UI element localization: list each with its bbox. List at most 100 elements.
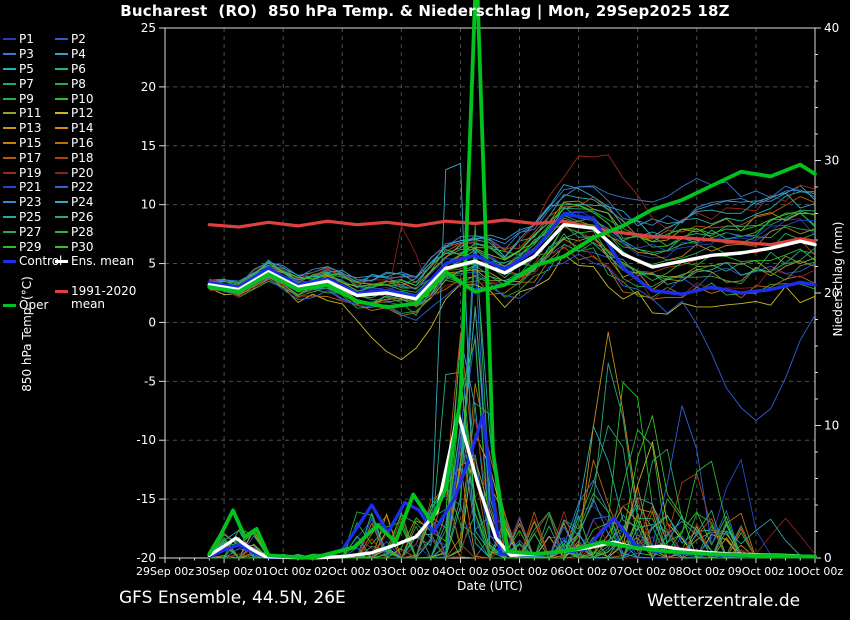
- legend-swatch: [55, 38, 68, 40]
- left-axis-tick-label: 5: [148, 257, 156, 271]
- x-axis-tick-label: 02Oct 00z: [314, 565, 371, 578]
- legend-swatch: [55, 112, 68, 114]
- legend-item-p22: P22: [55, 180, 94, 195]
- screenshot-root: -20-15-10-5051015202501020304029Sep 00z3…: [0, 0, 850, 620]
- right-axis-tick-label: 40: [824, 21, 839, 35]
- legend-swatch: [3, 186, 16, 188]
- legend-swatch: [3, 246, 16, 248]
- x-axis-tick-label: 06Oct 00z: [550, 565, 607, 578]
- model-info-text: GFS Ensemble, 44.5N, 26E: [119, 588, 346, 608]
- legend-label: P9: [19, 92, 34, 106]
- legend-label: P15: [19, 136, 42, 150]
- legend-swatch: [3, 157, 16, 159]
- legend-label: Ens. mean: [71, 254, 134, 268]
- legend-label: P26: [71, 210, 94, 224]
- legend-item-p5: P5: [3, 62, 34, 77]
- x-axis-label: Date (UTC): [390, 579, 590, 593]
- y-axis-label-precip: Niederschlag (mm): [831, 214, 845, 344]
- legend-label: P7: [19, 77, 34, 91]
- member-p3-precip-line: [209, 480, 815, 558]
- legend-label: P13: [19, 121, 42, 135]
- member-p30-precip-line: [209, 378, 815, 558]
- legend-swatch: [3, 142, 16, 144]
- legend-swatch: [55, 201, 68, 203]
- left-axis-tick-label: 20: [141, 80, 156, 94]
- legend-item-p10: P10: [55, 91, 94, 106]
- legend-label: 1991-2020mean: [71, 285, 136, 311]
- legend-label: P28: [71, 225, 94, 239]
- legend-item-p6: P6: [55, 62, 86, 77]
- left-axis-tick-label: -10: [136, 433, 156, 447]
- left-axis-tick-label: -5: [144, 374, 156, 388]
- legend-item-p20: P20: [55, 165, 94, 180]
- legend-swatch: [55, 53, 68, 55]
- x-axis-tick-label: 03Oct 00z: [373, 565, 430, 578]
- legend-item-p8: P8: [55, 76, 86, 91]
- legend-swatch: [3, 201, 16, 203]
- legend-label: P23: [19, 195, 42, 209]
- x-axis-tick-label: 07Oct 00z: [610, 565, 667, 578]
- legend-item-control: Control: [3, 254, 62, 269]
- legend-item-p15: P15: [3, 136, 42, 151]
- legend-swatch: [55, 68, 68, 70]
- legend-swatch: [3, 53, 16, 55]
- left-axis-tick-label: 15: [141, 139, 156, 153]
- x-axis-tick-label: 05Oct 00z: [491, 565, 548, 578]
- legend-label: P27: [19, 225, 42, 239]
- legend-item-ens-mean: Ens. mean: [55, 254, 134, 269]
- x-axis-tick-label: 04Oct 00z: [432, 565, 489, 578]
- legend-swatch: [3, 38, 16, 40]
- y-axis-label-temp: 850 hPa Temp. (°C): [20, 269, 34, 399]
- legend-item-p14: P14: [55, 121, 94, 136]
- legend-item-p17: P17: [3, 150, 42, 165]
- legend-item-p7: P7: [3, 76, 34, 91]
- legend-label: P3: [19, 47, 34, 61]
- legend-item-p29: P29: [3, 239, 42, 254]
- legend-label: P29: [19, 240, 42, 254]
- legend-item-p13: P13: [3, 121, 42, 136]
- left-axis-tick-label: 10: [141, 198, 156, 212]
- legend-item-p3: P3: [3, 47, 34, 62]
- legend-label: P8: [71, 77, 86, 91]
- left-axis-tick-label: 25: [141, 21, 156, 35]
- legend-item-p16: P16: [55, 136, 94, 151]
- legend-item-p26: P26: [55, 210, 94, 225]
- legend-label: P20: [71, 166, 94, 180]
- right-axis-tick-label: 10: [824, 419, 839, 433]
- legend-label: P30: [71, 240, 94, 254]
- legend-swatch: [55, 290, 68, 293]
- legend-swatch: [55, 83, 68, 85]
- legend-item-p11: P11: [3, 106, 42, 121]
- x-axis-tick-label: 09Oct 00z: [728, 565, 785, 578]
- legend-label: P12: [71, 106, 94, 120]
- legend-swatch: [55, 142, 68, 144]
- legend-swatch: [55, 231, 68, 233]
- left-axis-tick-label: -15: [136, 492, 156, 506]
- legend-label: P19: [19, 166, 42, 180]
- legend-swatch: [55, 172, 68, 174]
- legend-label: P25: [19, 210, 42, 224]
- legend-item-clim-mean: 1991-2020mean: [55, 285, 136, 311]
- legend-label: P4: [71, 47, 86, 61]
- x-axis-tick-label: 10Oct 00z: [787, 565, 844, 578]
- legend-swatch: [55, 246, 68, 248]
- member-p29-precip-line: [209, 340, 815, 558]
- member-p2-precip-line: [209, 335, 815, 558]
- legend-label: P18: [71, 151, 94, 165]
- legend-label: P22: [71, 180, 94, 194]
- legend-label: P6: [71, 62, 86, 76]
- right-axis-tick-label: 30: [824, 154, 839, 168]
- legend-item-p30: P30: [55, 239, 94, 254]
- x-axis-tick-label: 08Oct 00z: [669, 565, 726, 578]
- legend-swatch: [3, 216, 16, 218]
- legend-item-p12: P12: [55, 106, 94, 121]
- legend-swatch: [3, 68, 16, 70]
- legend-label: P11: [19, 106, 42, 120]
- legend-swatch: [3, 98, 16, 100]
- legend-label: P5: [19, 62, 34, 76]
- legend-item-p24: P24: [55, 195, 94, 210]
- legend-label: P2: [71, 32, 86, 46]
- legend-swatch: [55, 216, 68, 218]
- legend-item-p18: P18: [55, 150, 94, 165]
- legend-swatch: [3, 83, 16, 85]
